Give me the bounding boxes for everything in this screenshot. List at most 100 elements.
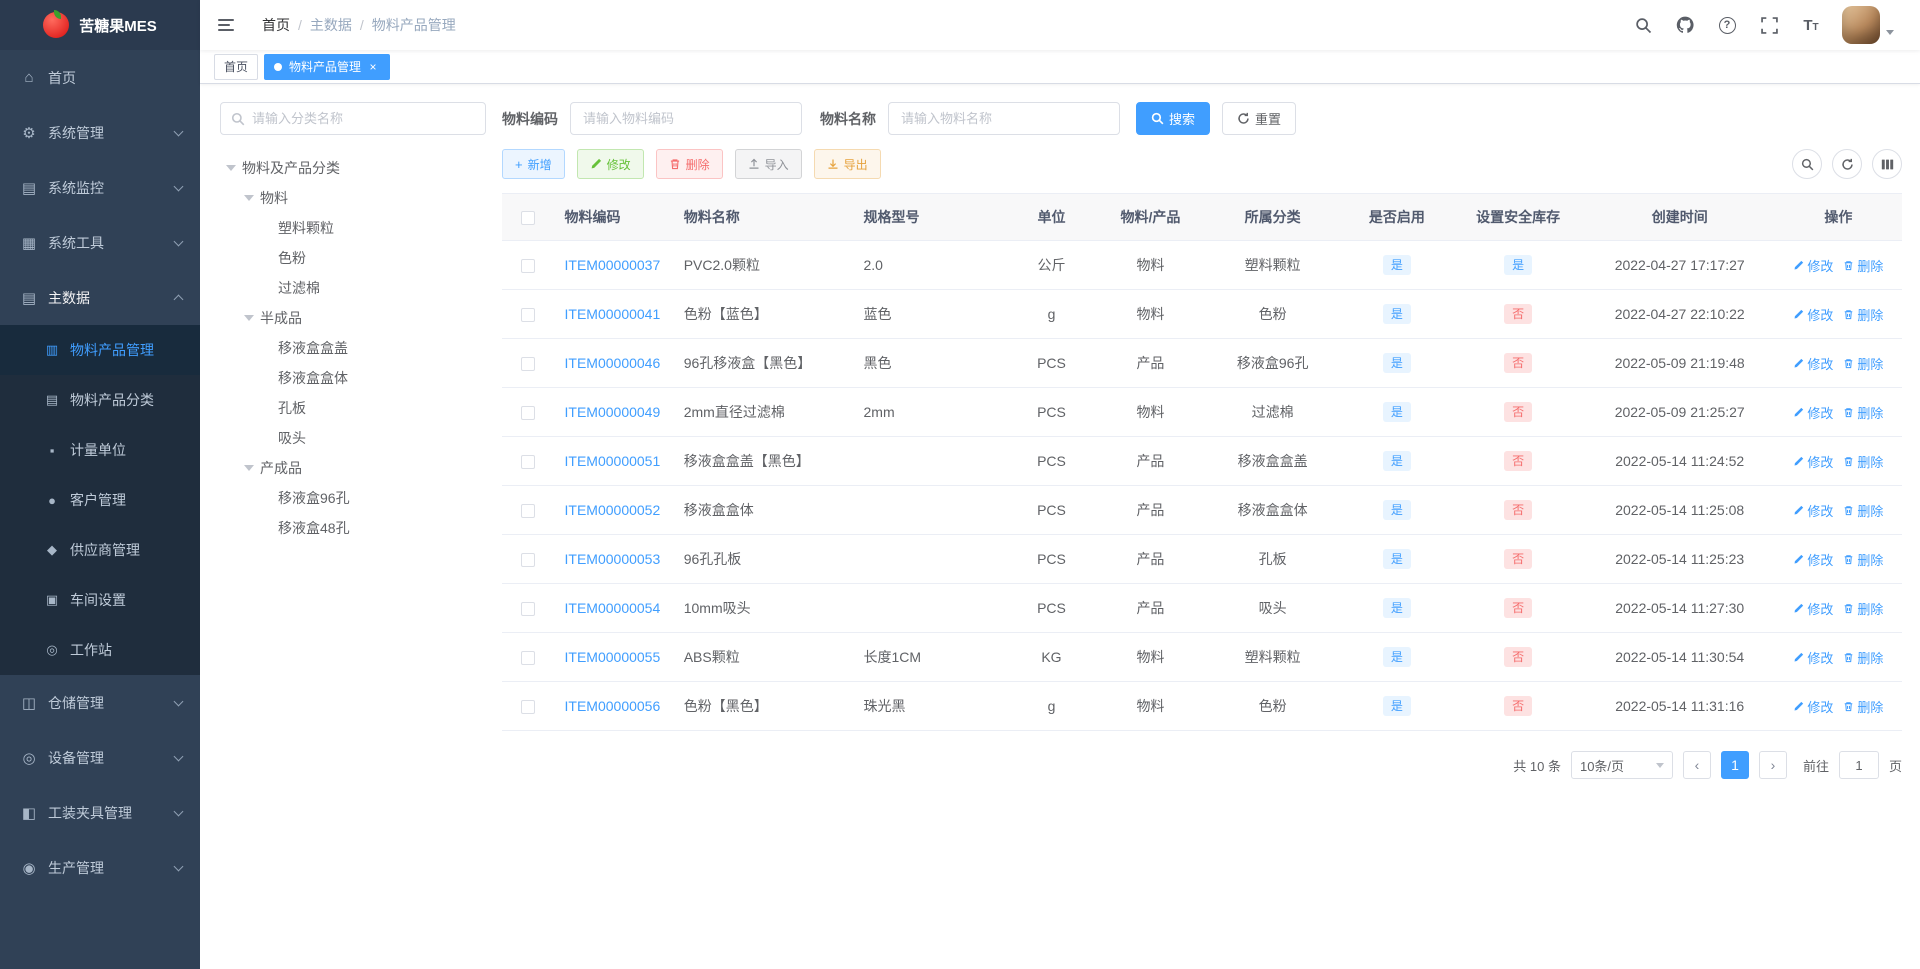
sidebar-item-生产管理[interactable]: ◉ 生产管理 [0,840,200,895]
tree-node-产成品[interactable]: 产成品 [220,453,486,483]
app-logo[interactable]: 苦糖果MES [0,0,200,50]
material-code-link[interactable]: ITEM00000054 [565,600,661,616]
breadcrumb-item[interactable]: 主数据 [310,15,352,35]
row-checkbox[interactable] [521,308,536,323]
material-code-link[interactable]: ITEM00000049 [565,404,661,420]
tag-首页[interactable]: 首页 [214,53,259,80]
reset-button[interactable]: 重置 [1222,102,1297,135]
sidebar-item-系统监控[interactable]: ▤ 系统监控 [0,160,200,215]
page-size-select[interactable]: 10条/页 [1570,751,1673,779]
row-delete-link[interactable]: 删除 [1843,599,1883,618]
tree-node-移液盒48孔[interactable]: 移液盒48孔 [220,513,486,543]
delete-button[interactable]: 删除 [655,149,723,179]
sidebar-item-仓储管理[interactable]: ◫ 仓储管理 [0,675,200,730]
material-code-link[interactable]: ITEM00000053 [565,551,661,567]
user-menu[interactable] [1834,0,1902,50]
material-code-link[interactable]: ITEM00000041 [565,306,661,322]
row-checkbox[interactable] [521,553,536,568]
edit-button[interactable]: 修改 [576,149,644,179]
sidebar-item-主数据[interactable]: ▤ 主数据 [0,270,200,325]
row-edit-link[interactable]: 修改 [1793,648,1833,667]
tree-node-移液盒96孔[interactable]: 移液盒96孔 [220,483,486,513]
row-checkbox[interactable] [521,504,536,519]
row-edit-link[interactable]: 修改 [1793,403,1833,422]
tree-node-过滤棉[interactable]: 过滤棉 [220,273,486,303]
prev-page-button[interactable]: ‹ [1682,751,1711,779]
row-checkbox[interactable] [521,455,536,470]
material-code-link[interactable]: ITEM00000046 [565,355,661,371]
sidebar-subitem-供应商管理[interactable]: ◆ 供应商管理 [0,525,200,575]
row-checkbox[interactable] [521,651,536,666]
goto-page-input[interactable] [1838,751,1879,779]
row-edit-link[interactable]: 修改 [1793,697,1833,716]
name-filter-input[interactable] [888,102,1120,135]
row-checkbox[interactable] [521,602,536,617]
sidebar-subitem-物料产品管理[interactable]: ▥ 物料产品管理 [0,325,200,375]
select-all-checkbox[interactable] [521,211,536,226]
add-button[interactable]: + 新增 [502,149,565,179]
sidebar-subitem-车间设置[interactable]: ▣ 车间设置 [0,575,200,625]
row-edit-link[interactable]: 修改 [1793,354,1833,373]
row-edit-link[interactable]: 修改 [1793,550,1833,569]
github-icon[interactable] [1666,0,1704,50]
breadcrumb-item[interactable]: 首页 [262,15,290,35]
row-edit-link[interactable]: 修改 [1793,452,1833,471]
fullscreen-icon[interactable] [1750,0,1788,50]
hide-search-button[interactable] [1792,149,1822,179]
import-button[interactable]: 导入 [734,149,802,179]
sidebar-item-系统管理[interactable]: ⚙ 系统管理 [0,105,200,160]
row-checkbox[interactable] [521,259,536,274]
sidebar-toggle-icon[interactable] [218,8,252,42]
page-number-button[interactable]: 1 [1720,751,1749,779]
row-edit-link[interactable]: 修改 [1793,256,1833,275]
row-checkbox[interactable] [521,700,536,715]
next-page-button[interactable]: › [1758,751,1787,779]
refresh-button[interactable] [1832,149,1862,179]
material-code-link[interactable]: ITEM00000055 [565,649,661,665]
tree-node-半成品[interactable]: 半成品 [220,303,486,333]
sidebar-item-系统工具[interactable]: ▦ 系统工具 [0,215,200,270]
row-edit-link[interactable]: 修改 [1793,501,1833,520]
tree-node-移液盒盒盖[interactable]: 移液盒盒盖 [220,333,486,363]
tree-node-吸头[interactable]: 吸头 [220,423,486,453]
material-code-link[interactable]: ITEM00000052 [565,502,661,518]
sidebar-subitem-客户管理[interactable]: ● 客户管理 [0,475,200,525]
column-settings-button[interactable] [1872,149,1902,179]
sidebar-item-设备管理[interactable]: ◎ 设备管理 [0,730,200,785]
tree-node-塑料颗粒[interactable]: 塑料颗粒 [220,213,486,243]
row-delete-link[interactable]: 删除 [1843,354,1883,373]
row-checkbox[interactable] [521,357,536,372]
tree-node-物料[interactable]: 物料 [220,183,486,213]
row-delete-link[interactable]: 删除 [1843,648,1883,667]
export-button[interactable]: 导出 [813,149,881,179]
material-code-link[interactable]: ITEM00000051 [565,453,661,469]
sidebar-subitem-工作站[interactable]: ◎ 工作站 [0,625,200,675]
code-filter-input[interactable] [570,102,802,135]
question-icon[interactable]: ? [1708,0,1746,50]
row-delete-link[interactable]: 删除 [1843,452,1883,471]
row-delete-link[interactable]: 删除 [1843,697,1883,716]
material-code-link[interactable]: ITEM00000056 [565,698,661,714]
tree-node-孔板[interactable]: 孔板 [220,393,486,423]
tag-close-icon[interactable]: × [366,60,380,74]
row-delete-link[interactable]: 删除 [1843,403,1883,422]
tree-node-色粉[interactable]: 色粉 [220,243,486,273]
tag-物料产品管理[interactable]: 物料产品管理 × [264,53,391,80]
row-checkbox[interactable] [521,406,536,421]
search-button[interactable]: 搜索 [1136,102,1211,135]
font-size-icon[interactable]: TT [1792,0,1830,50]
row-delete-link[interactable]: 删除 [1843,501,1883,520]
material-code-link[interactable]: ITEM00000037 [565,257,661,273]
sidebar-item-首页[interactable]: ⌂ 首页 [0,50,200,105]
search-icon[interactable] [1624,0,1662,50]
category-search-input[interactable] [252,111,475,126]
sidebar-subitem-物料产品分类[interactable]: ▤ 物料产品分类 [0,375,200,425]
row-delete-link[interactable]: 删除 [1843,256,1883,275]
row-edit-link[interactable]: 修改 [1793,305,1833,324]
sidebar-item-工装夹具管理[interactable]: ◧ 工装夹具管理 [0,785,200,840]
tree-node-移液盒盒体[interactable]: 移液盒盒体 [220,363,486,393]
sidebar-subitem-计量单位[interactable]: ▪ 计量单位 [0,425,200,475]
row-delete-link[interactable]: 删除 [1843,305,1883,324]
tree-node-物料及产品分类[interactable]: 物料及产品分类 [220,153,486,183]
row-edit-link[interactable]: 修改 [1793,599,1833,618]
